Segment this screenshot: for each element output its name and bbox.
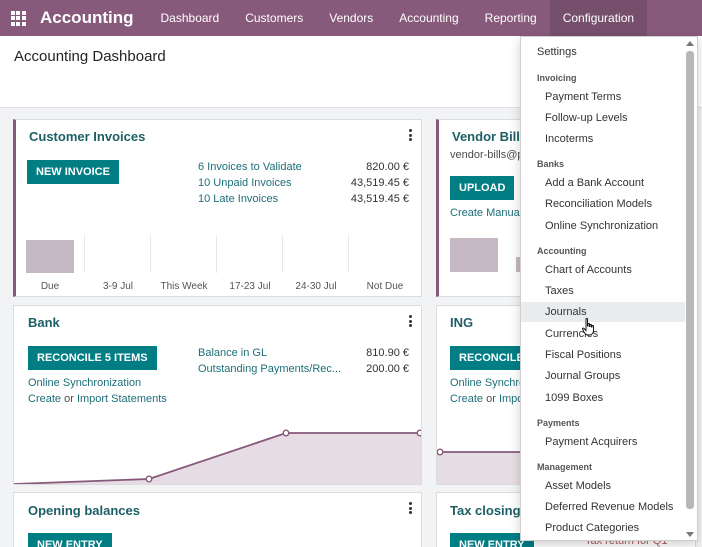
chart-label: This Week: [160, 281, 208, 292]
upload-button[interactable]: UPLOAD: [450, 176, 515, 200]
late-invoices-amount: 43,519.45 €: [350, 193, 409, 205]
menu-header-accounting: Accounting: [537, 246, 587, 256]
create-manual-link[interactable]: Create Manual: [450, 207, 522, 219]
app-brand[interactable]: Accounting: [40, 8, 134, 28]
scroll-down-icon[interactable]: [686, 532, 694, 537]
nav-vendors[interactable]: Vendors: [316, 0, 386, 36]
invoices-to-validate-link[interactable]: 6 Invoices to Validate: [198, 161, 302, 173]
scroll-thumb[interactable]: [686, 51, 694, 509]
nav-dashboard[interactable]: Dashboard: [148, 0, 233, 36]
menu-item-payment-terms[interactable]: Payment Terms: [521, 87, 685, 107]
chart-label: 3-9 Jul: [102, 281, 133, 292]
menu-item-deferred-revenue-models[interactable]: Deferred Revenue Models: [521, 497, 685, 517]
hand-cursor-icon: [582, 318, 594, 336]
menu-item-chart-of-accounts[interactable]: Chart of Accounts: [521, 260, 685, 280]
new-entry-button[interactable]: NEW ENTRY: [28, 533, 112, 547]
menu-item-asset-models[interactable]: Asset Models: [521, 476, 685, 496]
late-invoices-link[interactable]: 10 Late Invoices: [198, 193, 278, 205]
kebab-menu-icon[interactable]: [408, 129, 412, 141]
apps-menu-icon[interactable]: [0, 0, 36, 36]
card-customer-invoices: Customer Invoices NEW INVOICE 6 Invoices…: [13, 119, 422, 297]
menu-item-payment-acquirers[interactable]: Payment Acquirers: [521, 432, 685, 452]
chart-label: Due: [40, 281, 60, 292]
card-title[interactable]: Vendor Bills: [452, 129, 527, 144]
menu-header-banks: Banks: [537, 159, 565, 169]
menu-item-incoterms[interactable]: Incoterms: [521, 129, 685, 149]
nav-reporting[interactable]: Reporting: [472, 0, 550, 36]
menu-item-reconciliation-models[interactable]: Reconciliation Models: [521, 194, 685, 214]
menu-header-management: Management: [537, 462, 593, 472]
card-title[interactable]: Customer Invoices: [29, 129, 145, 144]
menu-item-follow-up-levels[interactable]: Follow-up Levels: [521, 108, 685, 128]
chart-label: 17-23 Jul: [229, 281, 271, 292]
top-navbar: Accounting Dashboard Customers Vendors A…: [0, 0, 702, 36]
menu-item-taxes[interactable]: Taxes: [521, 281, 685, 301]
unpaid-invoices-link[interactable]: 10 Unpaid Invoices: [198, 177, 292, 189]
new-invoice-button[interactable]: NEW INVOICE: [27, 160, 119, 184]
menu-header-payments: Payments: [537, 418, 580, 428]
menu-item-1099-boxes[interactable]: 1099 Boxes: [521, 388, 685, 408]
dropdown-scrollbar[interactable]: [685, 41, 695, 537]
kebab-menu-icon[interactable]: [408, 502, 412, 514]
bank-line-chart[interactable]: [14, 306, 422, 485]
chart-label: 24-30 Jul: [295, 281, 337, 292]
chart-bar-due[interactable]: [26, 240, 74, 273]
configuration-dropdown: Settings Invoicing Payment Terms Follow-…: [520, 36, 698, 541]
card-title[interactable]: Tax closing: [450, 503, 521, 518]
nav-customers[interactable]: Customers: [232, 0, 316, 36]
menu-item-fiscal-positions[interactable]: Fiscal Positions: [521, 345, 685, 365]
page-title: Accounting Dashboard: [14, 48, 166, 65]
card-title[interactable]: Opening balances: [28, 503, 140, 518]
invoices-to-validate-amount: 820.00 €: [366, 161, 409, 173]
chart-bar[interactable]: [450, 238, 498, 272]
vendor-bills-email: vendor-bills@p: [450, 149, 524, 161]
chart-label: Not Due: [366, 281, 404, 292]
menu-item-currencies[interactable]: Currencies: [521, 324, 685, 344]
scroll-up-icon[interactable]: [686, 41, 694, 46]
menu-item-journals[interactable]: Journals: [521, 302, 685, 322]
menu-item-settings[interactable]: Settings: [521, 42, 685, 62]
card-opening-balances: Opening balances NEW ENTRY: [13, 492, 422, 547]
menu-item-add-bank-account[interactable]: Add a Bank Account: [521, 173, 685, 193]
invoices-bar-chart[interactable]: Due 3-9 Jul This Week 17-23 Jul 24-30 Ju…: [26, 235, 421, 296]
menu-item-online-synchronization[interactable]: Online Synchronization: [521, 216, 685, 236]
menu-item-journal-groups[interactable]: Journal Groups: [521, 366, 685, 386]
nav-configuration[interactable]: Configuration: [549, 0, 648, 36]
unpaid-invoices-amount: 43,519.45 €: [350, 177, 409, 189]
nav-accounting[interactable]: Accounting: [386, 0, 471, 36]
card-bank: Bank RECONCILE 5 ITEMS Online Synchroniz…: [13, 305, 422, 485]
menu-header-invoicing: Invoicing: [537, 73, 577, 83]
menu-item-product-categories[interactable]: Product Categories: [521, 518, 685, 538]
